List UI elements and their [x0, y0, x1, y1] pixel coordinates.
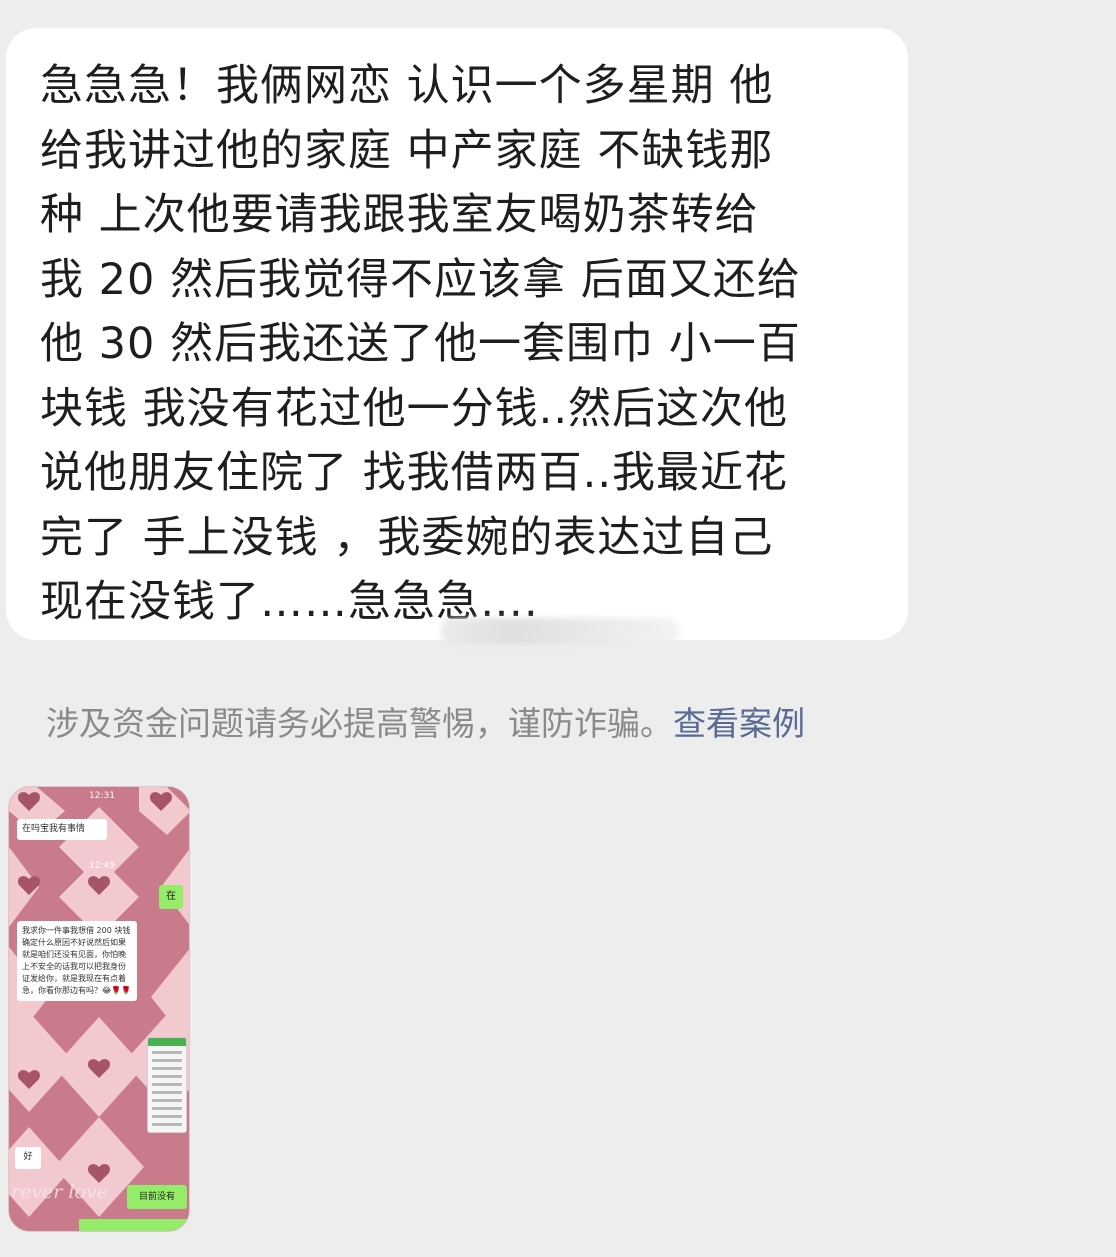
thumb-timestamp: 12:31 [89, 791, 115, 801]
fraud-warning-text: 涉及资金问题请务必提高警惕，谨防诈骗。 [46, 704, 673, 743]
message-line: 我 20 然后我觉得不应该拿 后面又还给 [40, 254, 801, 305]
thumb-screenshot [147, 1037, 187, 1133]
message-line: 块钱 我没有花过他一分钱..然后这次他 [40, 383, 789, 434]
fraud-warning: 涉及资金问题请务必提高警惕，谨防诈骗。查看案例 [46, 700, 805, 748]
message-line: 种 上次他要请我跟我室友喝奶茶转给 [40, 190, 759, 240]
message-bubble[interactable]: 急急急！我俩网恋 认识一个多星期 他 给我讲过他的家庭 中产家庭 不缺钱那 种 … [6, 28, 908, 640]
thumb-message: 在吗宝我有事情 [17, 819, 107, 840]
thumb-timestamp: 12:49 [89, 861, 115, 871]
thumb-script-text: rever love [11, 1181, 108, 1203]
message-line: 说他朋友住院了 找我借两百..我最近花 [40, 448, 789, 498]
thumb-reply: 目前没有 [127, 1185, 187, 1209]
view-cases-link[interactable]: 查看案例 [673, 704, 805, 743]
image-message-thumbnail[interactable]: 12:31 在吗宝我有事情 12:49 在 我求你一件事我想借 200 块钱确定… [8, 786, 190, 1232]
thumb-message: 好 [15, 1147, 41, 1169]
message-line: 给我讲过他的家庭 中产家庭 不缺钱那 [40, 125, 774, 176]
message-text: 急急急！我俩网恋 认识一个多星期 他 给我讲过他的家庭 中产家庭 不缺钱那 种 … [40, 54, 878, 635]
thumb-message: 我求你一件事我想借 200 块钱确定什么原因不好说然后如果就是咱们还没有见面，你… [17, 921, 137, 1001]
message-line: 完了 手上没钱 ，我委婉的表达过自己 [40, 512, 774, 563]
chat-page: 急急急！我俩网恋 认识一个多星期 他 给我讲过他的家庭 中产家庭 不缺钱那 种 … [0, 0, 1116, 1257]
message-line: 他 30 然后我还送了他一套围巾 小一百 [40, 319, 801, 369]
thumb-green-strip [79, 1219, 189, 1231]
thumb-reply: 在 [159, 885, 183, 909]
blurred-watermark [440, 618, 680, 644]
message-line: 急急急！我俩网恋 认识一个多星期 他 [40, 61, 774, 111]
